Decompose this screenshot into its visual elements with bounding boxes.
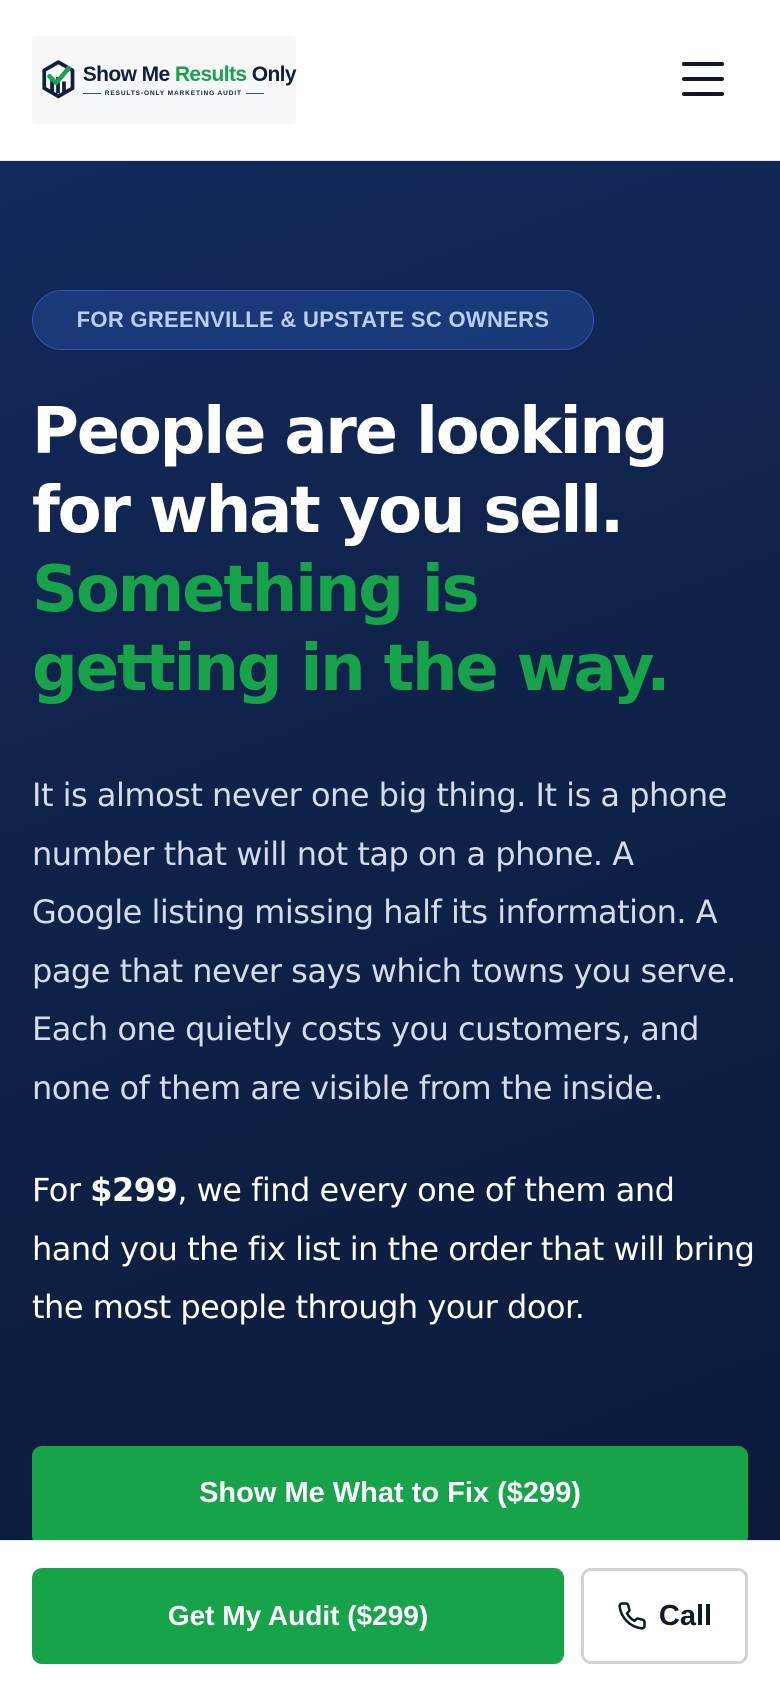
brand-name: Show Me Results Only	[82, 63, 297, 87]
headline-line-2: for what you sell.	[32, 474, 624, 548]
hero-section: FOR GREENVILLE & UPSTATE SC OWNERS Peopl…	[0, 161, 780, 1540]
offer-prefix: For	[32, 1171, 91, 1209]
get-my-audit-button[interactable]: Get My Audit ($299)	[32, 1568, 564, 1664]
headline-green-line-2: getting in the way.	[32, 632, 671, 706]
hamburger-menu-icon[interactable]	[680, 60, 728, 98]
menu-bar-1	[682, 62, 724, 66]
brand-name-part3: Only	[246, 63, 297, 86]
logo-mark-icon	[42, 60, 75, 99]
brand-logo[interactable]: Show Me Results Only RESULTS-ONLY MARKET…	[32, 36, 297, 124]
headline-green-line-1: Something is	[32, 553, 480, 627]
hero-headline: People are looking for what you sell. So…	[32, 393, 762, 709]
brand-name-highlight: Results	[174, 63, 247, 86]
tagline-rule-left	[82, 93, 101, 94]
show-me-what-to-fix-button[interactable]: Show Me What to Fix ($299)	[32, 1446, 748, 1540]
sticky-bottom-bar: Get My Audit ($299) Call	[0, 1540, 780, 1688]
hero-intro-paragraph: It is almost never one big thing. It is …	[32, 776, 736, 1107]
audience-badge: FOR GREENVILLE & UPSTATE SC OWNERS	[32, 290, 594, 350]
tagline-rule-right	[245, 93, 264, 94]
offer-price: $299	[90, 1171, 178, 1209]
call-button-label: Call	[658, 1599, 713, 1632]
headline-line-1: People are looking	[32, 395, 669, 469]
brand-text: Show Me Results Only RESULTS-ONLY MARKET…	[82, 63, 297, 97]
brand-name-part1: Show Me	[82, 63, 175, 86]
brand-tagline: RESULTS-ONLY MARKETING AUDIT	[82, 90, 296, 97]
menu-bar-2	[682, 77, 724, 81]
menu-bar-3	[682, 92, 724, 96]
brand-tagline-text: RESULTS-ONLY MARKETING AUDIT	[104, 90, 242, 97]
hero-offer-paragraph: For $299, we find every one of them and …	[32, 1161, 762, 1337]
site-header: Show Me Results Only RESULTS-ONLY MARKET…	[0, 0, 780, 161]
phone-icon	[618, 1602, 646, 1630]
call-button[interactable]: Call	[581, 1568, 748, 1664]
